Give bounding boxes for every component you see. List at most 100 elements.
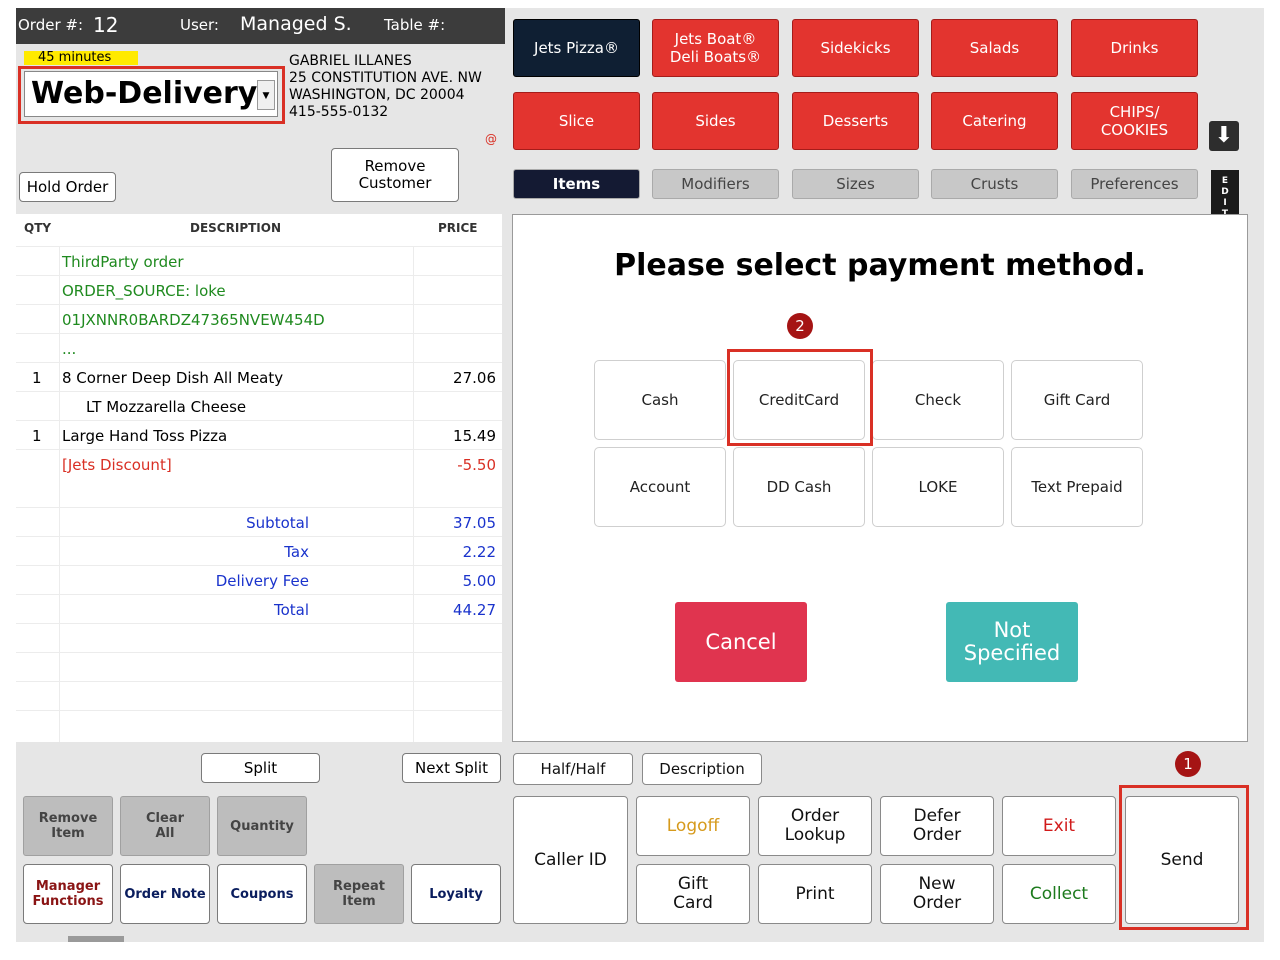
category-jets-boat[interactable]: Jets Boat® Deli Boats® xyxy=(652,19,779,77)
logoff-button[interactable]: Logoff xyxy=(636,796,750,856)
totals-row: Total 44.27 xyxy=(16,594,502,623)
new-order-button[interactable]: New Order xyxy=(880,864,994,924)
tab-sizes[interactable]: Sizes xyxy=(792,169,919,199)
tab-crusts[interactable]: Crusts xyxy=(931,169,1058,199)
category-catering[interactable]: Catering xyxy=(931,92,1058,150)
table-row[interactable]: 01JXNNR0BARDZ47365NVEW454D xyxy=(16,304,502,333)
row-price: -5.50 xyxy=(457,456,496,474)
table-label: Table #: xyxy=(384,16,446,34)
category-drinks[interactable]: Drinks xyxy=(1071,19,1198,77)
row-description: ORDER_SOURCE: loke xyxy=(62,282,226,300)
highlight-order-type xyxy=(18,66,285,124)
half-half-button[interactable]: Half/Half xyxy=(513,753,633,785)
order-number: 12 xyxy=(93,13,119,37)
defer-order-button[interactable]: Defer Order xyxy=(880,796,994,856)
table-row[interactable]: 1 8 Corner Deep Dish All Meaty 27.06 xyxy=(16,362,502,391)
empty-row xyxy=(16,681,502,710)
empty-row xyxy=(16,710,502,739)
description-button[interactable]: Description xyxy=(642,753,762,785)
category-desserts[interactable]: Desserts xyxy=(792,92,919,150)
totals-row: Tax 2.22 xyxy=(16,536,502,565)
cancel-button[interactable]: Cancel xyxy=(675,602,807,682)
category-jets-pizza[interactable]: Jets Pizza® xyxy=(513,19,640,77)
print-button[interactable]: Print xyxy=(758,864,872,924)
row-qty: 1 xyxy=(32,369,42,387)
order-table-header: QTY DESCRIPTION PRICE xyxy=(16,218,502,240)
exit-button[interactable]: Exit xyxy=(1002,796,1116,856)
tab-modifiers[interactable]: Modifiers xyxy=(652,169,779,199)
payment-text-prepaid-button[interactable]: Text Prepaid xyxy=(1011,447,1143,527)
payment-check-button[interactable]: Check xyxy=(872,360,1004,440)
split-button[interactable]: Split xyxy=(201,753,320,783)
highlight-creditcard xyxy=(727,349,873,446)
order-note-button[interactable]: Order Note xyxy=(120,864,210,924)
user-label: User: xyxy=(180,16,219,34)
hold-order-button[interactable]: Hold Order xyxy=(19,172,116,202)
payment-title: Please select payment method. xyxy=(614,248,1146,283)
payment-dd-cash-button[interactable]: DD Cash xyxy=(733,447,865,527)
repeat-item-button[interactable]: Repeat Item xyxy=(314,864,404,924)
table-row[interactable]: [Jets Discount] -5.50 xyxy=(16,449,502,478)
empty-row xyxy=(16,623,502,652)
remove-customer-button[interactable]: Remove Customer xyxy=(331,148,459,202)
step-badge-2: 2 xyxy=(787,313,813,339)
totals-row: Delivery Fee 5.00 xyxy=(16,565,502,594)
category-salads[interactable]: Salads xyxy=(931,19,1058,77)
row-qty: 1 xyxy=(32,427,42,445)
table-row[interactable]: ... xyxy=(16,333,502,362)
tab-items[interactable]: Items xyxy=(513,169,640,199)
payment-account-button[interactable]: Account xyxy=(594,447,726,527)
table-row[interactable]: 1 Large Hand Toss Pizza 15.49 xyxy=(16,420,502,449)
order-label: Order #: xyxy=(18,16,84,34)
totals-value: 37.05 xyxy=(453,514,496,532)
totals-row: Subtotal 37.05 xyxy=(16,507,502,536)
totals-label: Total xyxy=(273,601,309,619)
gift-card-button[interactable]: Gift Card xyxy=(636,864,750,924)
totals-label: Subtotal xyxy=(246,514,309,532)
customer-name: GABRIEL ILLANES xyxy=(289,53,412,69)
row-description: [Jets Discount] xyxy=(62,456,172,474)
email-icon[interactable]: @ xyxy=(485,132,497,146)
payment-gift-card-button[interactable]: Gift Card xyxy=(1011,360,1143,440)
user-name: Managed S. xyxy=(240,13,352,35)
empty-row xyxy=(16,652,502,681)
highlight-send xyxy=(1119,785,1249,930)
quantity-button[interactable]: Quantity xyxy=(217,796,307,856)
customer-city: WASHINGTON, DC 20004 xyxy=(289,87,465,103)
clear-all-button[interactable]: Clear All xyxy=(120,796,210,856)
payment-cash-button[interactable]: Cash xyxy=(594,360,726,440)
row-description: 8 Corner Deep Dish All Meaty xyxy=(62,369,284,387)
eta-badge: 45 minutes xyxy=(24,51,138,65)
category-slice[interactable]: Slice xyxy=(513,92,640,150)
remove-item-button[interactable]: Remove Item xyxy=(23,796,113,856)
manager-functions-button[interactable]: Manager Functions xyxy=(23,864,113,924)
tab-preferences[interactable]: Preferences xyxy=(1071,169,1198,199)
next-split-button[interactable]: Next Split xyxy=(402,753,501,783)
totals-label: Tax xyxy=(284,543,309,561)
totals-label: Delivery Fee xyxy=(215,572,309,590)
loyalty-button[interactable]: Loyalty xyxy=(411,864,501,924)
table-row[interactable]: ORDER_SOURCE: loke xyxy=(16,275,502,304)
table-row[interactable]: ThirdParty order xyxy=(16,246,502,275)
category-sides[interactable]: Sides xyxy=(652,92,779,150)
row-description: Large Hand Toss Pizza xyxy=(62,427,228,445)
category-chips-cookies[interactable]: CHIPS/ COOKIES xyxy=(1071,92,1198,150)
row-description: LT Mozzarella Cheese xyxy=(86,398,247,416)
collect-button[interactable]: Collect xyxy=(1002,864,1116,924)
customer-phone: 415-555-0132 xyxy=(289,104,389,120)
table-row[interactable]: LT Mozzarella Cheese xyxy=(16,391,502,420)
row-description: ... xyxy=(62,340,77,358)
scrollbar-thumb[interactable] xyxy=(68,936,124,942)
arrow-down-icon[interactable]: ⬇ xyxy=(1209,121,1239,151)
edit-tab[interactable]: E D I T xyxy=(1211,170,1239,214)
caller-id-button[interactable]: Caller ID xyxy=(513,796,628,924)
payment-loke-button[interactable]: LOKE xyxy=(872,447,1004,527)
qty-header: QTY xyxy=(24,221,52,235)
category-sidekicks[interactable]: Sidekicks xyxy=(792,19,919,77)
order-header: Order #: 12 User: Managed S. Table #: xyxy=(16,8,505,44)
order-lookup-button[interactable]: Order Lookup xyxy=(758,796,872,856)
not-specified-button[interactable]: Not Specified xyxy=(946,602,1078,682)
pos-screen: Order #: 12 User: Managed S. Table #: 45… xyxy=(0,0,1280,960)
row-description: 01JXNNR0BARDZ47365NVEW454D xyxy=(62,311,325,329)
coupons-button[interactable]: Coupons xyxy=(217,864,307,924)
